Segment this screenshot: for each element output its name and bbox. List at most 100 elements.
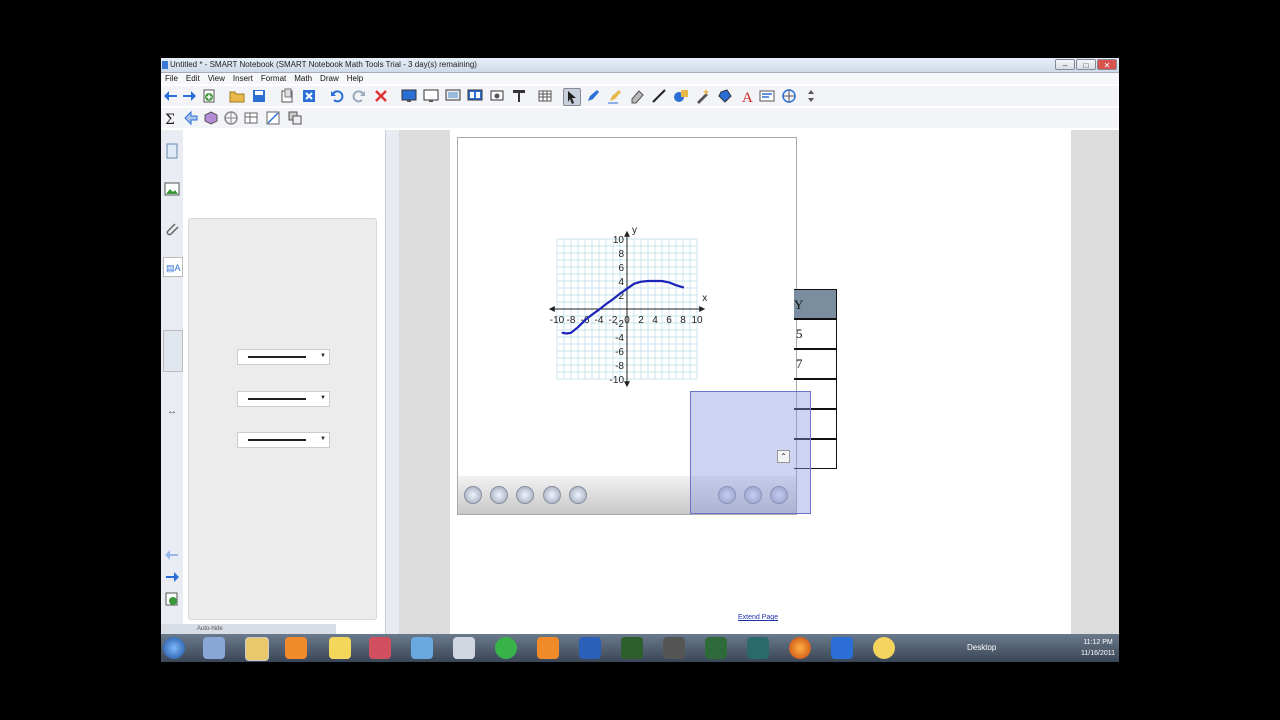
clock-time: 11:12 PM [1083,639,1113,646]
shapes-icon[interactable] [673,88,689,104]
taskbar-app-icon[interactable] [873,637,895,659]
menu-insert[interactable]: Insert [233,73,253,84]
select-pointer-icon[interactable] [563,88,581,106]
move-toolbar-icon[interactable] [803,88,819,104]
screen-capture-icon[interactable] [489,88,505,104]
taskbar-app-icon[interactable] [203,637,225,659]
function-tool-icon[interactable] [490,486,508,504]
sidebar-forward-icon[interactable] [163,568,181,586]
svg-text:▤A: ▤A [166,263,181,273]
start-button-icon[interactable] [163,637,185,659]
delete-icon[interactable] [373,88,389,104]
fit-view-icon[interactable] [569,486,587,504]
menu-format[interactable]: Format [261,73,286,84]
display-icon[interactable] [423,88,439,104]
table-row[interactable]: 5 [794,319,837,349]
delete-page-icon[interactable] [301,88,317,104]
dual-page-icon[interactable] [467,88,483,104]
maximize-button[interactable]: □ [1076,59,1096,70]
sidebar-add-page-icon[interactable] [163,590,181,608]
y-axis-label: y [632,225,637,236]
notebook-page[interactable]: x y -10 -8 -6 -4 -2 0 2 4 6 8 10 10 8 6 4 2 -2 -4 -6 -8 -10 Y … [450,130,1071,635]
3d-shapes-icon[interactable] [203,110,219,126]
compass-icon[interactable] [223,110,239,126]
desktop-toolbar-label[interactable]: Desktop [967,643,996,652]
menu-help[interactable]: Help [347,73,363,84]
system-tray-clock[interactable]: 11:12 PM 11/16/2011 [1081,637,1115,659]
taskbar-app-icon[interactable] [411,637,433,659]
resize-arrows-icon[interactable]: ↔ [163,406,181,424]
attachments-icon[interactable] [163,220,181,238]
firefox-icon[interactable] [789,637,811,659]
refresh-app-icon[interactable] [495,637,517,659]
sidebar-tabs: ▤A ↔ [161,130,184,625]
sidebar-back-icon[interactable] [163,546,181,564]
line-icon[interactable] [651,88,667,104]
full-screen-icon[interactable] [445,88,461,104]
line-style-select-2[interactable]: ▼ [237,391,330,407]
collapse-up-icon[interactable]: ⌃ [777,450,790,463]
sigma-icon[interactable]: Σ [163,110,179,126]
redo-icon[interactable] [351,88,367,104]
clock-date: 11/16/2011 [1081,650,1115,657]
properties-icon[interactable] [759,88,775,104]
add-page-icon[interactable] [201,88,217,104]
document-camera-icon[interactable] [511,88,527,104]
table-row[interactable]: 7 [794,349,837,379]
line-style-select-1[interactable]: ▼ [237,349,330,365]
taskbar-app-icon[interactable] [369,637,391,659]
selection-overlay[interactable]: ⌃ [690,391,811,514]
y-tick-label: 6 [618,263,624,274]
open-folder-icon[interactable] [229,88,245,104]
paste-icon[interactable] [279,88,295,104]
creative-pen-icon[interactable] [607,88,623,104]
extend-page-link[interactable]: Extend Page [738,614,778,621]
geometry-icon[interactable] [287,110,303,126]
point-tool-icon[interactable] [464,486,482,504]
line-tool-icon[interactable] [516,486,534,504]
table-toggle-icon[interactable] [543,486,561,504]
svg-text:A: A [742,90,753,104]
explorer-icon[interactable] [245,637,269,661]
captivate-icon[interactable] [705,637,727,659]
menu-view[interactable]: View [208,73,225,84]
graph-tool-icon[interactable] [265,110,281,126]
close-button[interactable]: ✕ [1097,59,1117,70]
addons-tab[interactable] [163,330,183,372]
outlook-icon[interactable] [537,637,559,659]
fill-icon[interactable] [717,88,733,104]
undo-icon[interactable] [329,88,345,104]
menu-edit[interactable]: Edit [186,73,200,84]
table-icon[interactable] [537,88,553,104]
eraser-icon[interactable] [629,88,645,104]
dreamweaver-icon[interactable] [621,637,643,659]
word-icon[interactable] [579,637,601,659]
main-toolbar: A [161,86,1119,106]
measurement-tools-icon[interactable] [781,88,797,104]
menu-draw[interactable]: Draw [320,73,339,84]
gallery-icon[interactable] [163,180,181,198]
pen-icon[interactable] [585,88,601,104]
shape-recognition-icon[interactable] [183,110,199,126]
screen-shade-icon[interactable] [401,88,417,104]
media-player-icon[interactable] [285,637,307,659]
save-icon[interactable] [251,88,267,104]
menu-file[interactable]: File [165,73,178,84]
back-arrow-icon[interactable] [163,88,179,104]
taskbar-app-icon[interactable] [747,637,769,659]
page-sorter-icon[interactable] [163,142,181,160]
line-style-select-3[interactable]: ▼ [237,432,330,448]
forward-arrow-icon[interactable] [181,88,197,104]
calculator-icon[interactable] [453,637,475,659]
messenger-icon[interactable] [329,637,351,659]
table-tool-icon[interactable] [243,110,259,126]
properties-tab-icon[interactable]: ▤A [163,257,183,277]
window-title: Untitled * - SMART Notebook (SMART Noteb… [170,60,477,69]
smart-notebook-taskbar-icon[interactable] [831,637,853,659]
minimize-button[interactable]: – [1055,59,1075,70]
taskbar-app-icon[interactable] [663,637,685,659]
menu-math[interactable]: Math [294,73,312,84]
line-style-box: ▼ ▼ ▼ [188,218,377,620]
magic-pen-icon[interactable] [695,88,711,104]
text-icon[interactable]: A [739,88,755,104]
